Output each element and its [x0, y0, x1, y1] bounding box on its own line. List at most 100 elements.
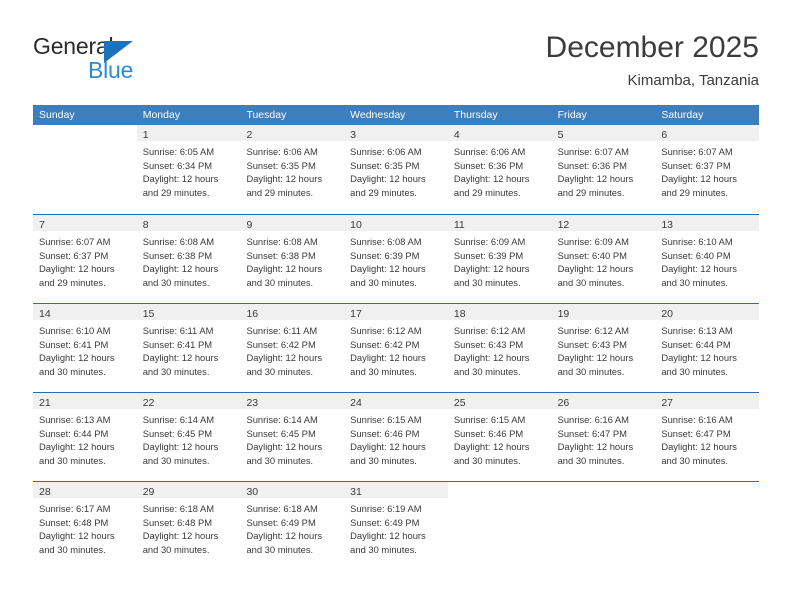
day-number: 13	[661, 219, 673, 231]
day-info-line: Sunrise: 6:13 AM	[39, 414, 111, 425]
day-cell[interactable]: 12 Sunrise: 6:09 AM Sunset: 6:40 PM Dayligh…	[551, 215, 656, 303]
day-info-line: Sunrise: 6:06 AM	[453, 146, 526, 157]
day-cell[interactable]: 9 Sunrise: 6:08 AM Sunset: 6:38 PM Daylight…	[240, 215, 345, 303]
day-info-line: Sunset: 6:37 PM	[661, 159, 731, 171]
day-number-band: 1	[136, 125, 241, 141]
day-info: Sunrise: 6:09 AM Sunset: 6:40 PM Daylight:…	[552, 231, 656, 289]
day-number-band: 25	[447, 393, 552, 409]
day-info-line: Sunset: 6:47 PM	[661, 427, 731, 439]
day-info-line: Sunrise: 6:07 AM	[39, 236, 111, 247]
day-info: Sunrise: 6:12 AM Sunset: 6:43 PM Daylight:…	[552, 320, 656, 378]
day-number: 21	[39, 397, 51, 409]
day-info-line: and 29 minutes.	[246, 186, 314, 198]
day-number-band: 9	[240, 215, 345, 231]
day-info-line: Sunrise: 6:16 AM	[661, 414, 733, 425]
day-number-band: 27	[655, 393, 760, 409]
day-info-line: Sunrise: 6:10 AM	[661, 236, 733, 247]
day-info-line: Sunset: 6:42 PM	[246, 338, 316, 350]
day-number: 17	[350, 308, 362, 320]
day-cell[interactable]: 3 Sunrise: 6:06 AM Sunset: 6:35 PM Daylight…	[344, 125, 448, 214]
day-cell[interactable]: 30 Sunrise: 6:18 AM Sunset: 6:49 PM Dayligh…	[240, 482, 345, 570]
day-info	[33, 141, 137, 145]
weekday-header-wednesday: Wednesday	[350, 109, 406, 121]
day-cell[interactable]: 29 Sunrise: 6:18 AM Sunset: 6:48 PM Dayligh…	[136, 482, 241, 570]
day-cell[interactable]: 23 Sunrise: 6:14 AM Sunset: 6:45 PM Dayligh…	[240, 393, 345, 481]
day-cell[interactable]: 15 Sunrise: 6:11 AM Sunset: 6:41 PM Dayligh…	[136, 304, 241, 392]
day-cell[interactable]: 6 Sunrise: 6:07 AM Sunset: 6:37 PM Daylight…	[655, 125, 760, 214]
day-info-line: Sunrise: 6:13 AM	[661, 325, 733, 336]
day-number-band: 17	[344, 304, 448, 320]
day-cell[interactable]: 13 Sunrise: 6:10 AM Sunset: 6:40 PM Dayligh…	[655, 215, 760, 303]
day-info: Sunrise: 6:16 AM Sunset: 6:47 PM Daylight:…	[655, 409, 759, 467]
day-info-line: Sunset: 6:36 PM	[453, 159, 524, 171]
day-number-band	[552, 482, 656, 498]
day-info-line: Sunset: 6:34 PM	[142, 159, 213, 171]
day-info-line: Daylight: 12 hours	[661, 441, 737, 453]
day-info-line: Sunrise: 6:08 AM	[246, 236, 318, 247]
day-cell[interactable]: 25 Sunrise: 6:15 AM Sunset: 6:46 PM Dayligh…	[447, 393, 552, 481]
day-info-line: Sunrise: 6:19 AM	[350, 503, 422, 514]
day-info-line: Sunrise: 6:12 AM	[557, 325, 629, 336]
day-cell-empty	[33, 125, 137, 214]
day-number-band: 29	[136, 482, 241, 498]
day-number: 19	[557, 308, 570, 320]
day-number: 2	[246, 129, 253, 141]
day-info: Sunrise: 6:16 AM Sunset: 6:47 PM Daylight:…	[552, 409, 656, 467]
day-number: 29	[142, 486, 155, 498]
day-cell[interactable]: 8 Sunrise: 6:08 AM Sunset: 6:38 PM Daylight…	[136, 215, 241, 303]
day-cell[interactable]: 14 Sunrise: 6:10 AM Sunset: 6:41 PM Dayligh…	[33, 304, 137, 392]
day-number: 16	[246, 308, 259, 320]
day-info: Sunrise: 6:12 AM Sunset: 6:43 PM Daylight:…	[448, 320, 552, 378]
day-cell[interactable]: 28 Sunrise: 6:17 AM Sunset: 6:48 PM Dayligh…	[33, 482, 137, 570]
day-number-band: 12	[551, 215, 656, 231]
day-info-line: Sunset: 6:49 PM	[350, 516, 420, 528]
day-info-line: Sunrise: 6:06 AM	[246, 146, 318, 157]
day-cell[interactable]: 16 Sunrise: 6:11 AM Sunset: 6:42 PM Dayligh…	[240, 304, 345, 392]
day-cell[interactable]: 5 Sunrise: 6:07 AM Sunset: 6:36 PM Daylight…	[551, 125, 656, 214]
day-number-band: 24	[344, 393, 448, 409]
day-cell[interactable]: 19 Sunrise: 6:12 AM Sunset: 6:43 PM Dayligh…	[551, 304, 656, 392]
day-cell[interactable]: 1 Sunrise: 6:05 AM Sunset: 6:34 PM Daylight…	[136, 125, 241, 214]
day-cell[interactable]: 20 Sunrise: 6:13 AM Sunset: 6:44 PM Dayligh…	[655, 304, 760, 392]
day-info-line: and 29 minutes.	[661, 186, 729, 198]
day-number-band: 31	[344, 482, 448, 498]
day-number: 14	[39, 308, 51, 320]
calendar-table: Sunday Monday Tuesday Wednesday Thursday Frid…	[33, 105, 760, 570]
day-info-line: Sunrise: 6:15 AM	[453, 414, 526, 425]
day-info-line: Sunrise: 6:10 AM	[39, 325, 111, 336]
day-info-line: Daylight: 12 hours	[142, 352, 219, 364]
day-info-line: Sunrise: 6:07 AM	[557, 146, 629, 157]
day-cell[interactable]: 4 Sunrise: 6:06 AM Sunset: 6:36 PM Daylight…	[447, 125, 552, 214]
day-cell[interactable]: 17 Sunrise: 6:12 AM Sunset: 6:42 PM Dayligh…	[344, 304, 448, 392]
day-info-line: Sunset: 6:37 PM	[39, 249, 109, 261]
day-number-band: 6	[655, 125, 760, 141]
day-number-band: 10	[344, 215, 448, 231]
day-cell[interactable]: 7 Sunrise: 6:07 AM Sunset: 6:37 PM Daylight…	[33, 215, 137, 303]
day-info-line: and 30 minutes.	[453, 365, 521, 377]
day-number: 22	[142, 397, 155, 409]
day-info-line: Sunset: 6:48 PM	[39, 516, 109, 528]
day-info-line: and 30 minutes.	[453, 454, 521, 466]
day-info-line: Sunrise: 6:08 AM	[350, 236, 422, 247]
day-cell[interactable]: 24 Sunrise: 6:15 AM Sunset: 6:46 PM Dayligh…	[344, 393, 448, 481]
day-cell[interactable]: 21 Sunrise: 6:13 AM Sunset: 6:44 PM Dayligh…	[33, 393, 137, 481]
day-info: Sunrise: 6:06 AM Sunset: 6:35 PM Daylight:…	[344, 141, 448, 199]
day-info: Sunrise: 6:08 AM Sunset: 6:38 PM Daylight:…	[137, 231, 241, 289]
day-info-line: Sunset: 6:45 PM	[246, 427, 316, 439]
day-cell[interactable]: 2 Sunrise: 6:06 AM Sunset: 6:35 PM Daylight…	[240, 125, 345, 214]
logo-text-blue: Blue	[88, 57, 134, 83]
day-cell[interactable]: 31 Sunrise: 6:19 AM Sunset: 6:49 PM Dayligh…	[344, 482, 448, 570]
day-cell[interactable]: 10 Sunrise: 6:08 AM Sunset: 6:39 PM Dayligh…	[344, 215, 448, 303]
day-info-line: Sunrise: 6:12 AM	[350, 325, 422, 336]
day-info: Sunrise: 6:15 AM Sunset: 6:46 PM Daylight:…	[344, 409, 448, 467]
day-cell[interactable]: 27 Sunrise: 6:16 AM Sunset: 6:47 PM Dayligh…	[655, 393, 760, 481]
day-info: Sunrise: 6:07 AM Sunset: 6:37 PM Daylight:…	[655, 141, 759, 199]
page-title: December 2025	[545, 31, 759, 64]
day-info: Sunrise: 6:18 AM Sunset: 6:49 PM Daylight:…	[240, 498, 344, 556]
day-cell[interactable]: 22 Sunrise: 6:14 AM Sunset: 6:45 PM Dayligh…	[136, 393, 241, 481]
day-cell[interactable]: 11 Sunrise: 6:09 AM Sunset: 6:39 PM Dayligh…	[447, 215, 552, 303]
day-number-band	[655, 482, 759, 498]
day-cell-empty	[448, 482, 552, 570]
day-cell[interactable]: 26 Sunrise: 6:16 AM Sunset: 6:47 PM Dayligh…	[551, 393, 656, 481]
day-cell[interactable]: 18 Sunrise: 6:12 AM Sunset: 6:43 PM Dayligh…	[447, 304, 552, 392]
